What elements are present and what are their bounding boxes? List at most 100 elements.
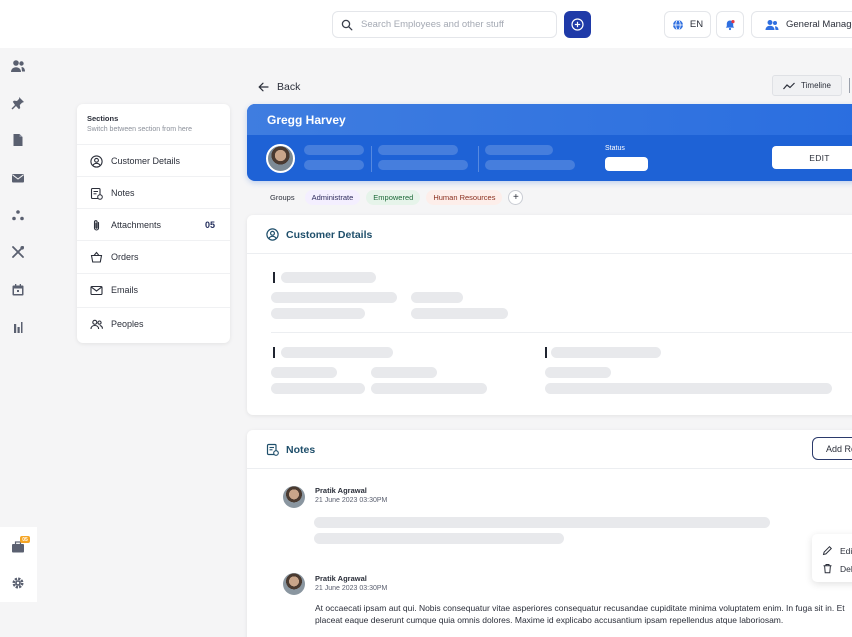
language-button[interactable]: EN [664,11,711,38]
loading-placeholder [411,292,463,303]
field-marker [273,347,275,358]
section-item-attachments[interactable]: Attachments 05 [77,208,230,241]
profile-avatar [266,144,295,173]
sections-title: Sections [87,114,119,123]
loading-placeholder [411,308,508,319]
pin-icon[interactable] [10,95,26,111]
section-item-emails[interactable]: Emails [77,273,230,306]
bell-icon [725,19,735,30]
loading-placeholder [281,272,376,283]
groups-row: Groups Administrate Empowered Human Reso… [270,190,524,205]
header-divider [478,146,479,172]
plus-circle-icon [571,18,584,31]
section-item-label: Peoples [111,319,144,329]
tools-icon[interactable] [10,244,26,260]
menu-item-delete[interactable]: Delete [822,563,852,574]
back-link[interactable]: Back [258,81,300,93]
search-input[interactable] [361,19,551,30]
field-marker [545,347,547,358]
add-group-button[interactable]: + [508,190,524,205]
loading-placeholder [271,292,397,303]
groups-label: Groups [270,193,295,202]
add-reply-button[interactable]: Add Reply [812,437,852,460]
loading-placeholder [304,160,364,170]
loading-placeholder [271,383,365,394]
notification-badge: 05 [20,536,30,543]
people-icon[interactable] [10,58,26,74]
timeline-button[interactable]: Timeline [772,75,842,96]
edit-button[interactable]: EDIT [772,146,852,169]
paperclip-icon [93,219,100,231]
arrow-left-icon [258,82,269,92]
note-context-menu: Edit Delete [812,534,852,582]
sections-subtitle: Switch between section from here [87,126,193,133]
section-item-notes[interactable]: Notes [77,176,230,209]
group-chip-administrate[interactable]: Administrate [304,190,361,205]
customer-details-header: Customer Details [266,228,372,241]
user-circle-icon [266,228,279,241]
section-item-label: Notes [111,188,135,198]
loading-placeholder [485,145,553,155]
notes-title: Notes [286,443,316,456]
loading-placeholder [378,145,458,155]
mail-icon[interactable] [10,170,26,186]
menu-item-edit[interactable]: Edit [822,545,852,556]
note-author: Pratik Agrawal [315,486,367,495]
loading-placeholder [545,383,832,394]
loading-placeholder [271,367,337,378]
document-icon[interactable] [10,132,26,148]
header-divider [371,146,372,172]
loading-placeholder [281,347,393,358]
user-circle-icon [90,154,103,168]
loading-placeholder [314,517,770,528]
note-author: Pratik Agrawal [315,574,367,583]
note-body: At occaecati ipsam aut qui. Nobis conseq… [315,603,845,625]
menu-item-label: Edit [840,545,852,556]
section-item-label: Orders [111,252,139,262]
customer-details-title: Customer Details [286,228,373,241]
attachments-count: 05 [204,220,215,230]
field-marker [273,272,275,283]
calendar-icon[interactable] [10,282,26,298]
note-date: 21 June 2023 03:30PM [315,497,388,504]
status-label: Status [605,145,625,152]
section-item-label: Customer Details [111,156,181,166]
section-item-peoples[interactable]: Peoples [77,307,230,340]
globe-icon [672,19,683,30]
note-icon [90,187,103,200]
section-item-label: Emails [111,285,139,295]
note-icon [266,443,279,456]
add-button[interactable] [564,11,591,38]
back-label: Back [277,81,301,93]
toolbar-divider [849,78,850,93]
section-item-customer-details[interactable]: Customer Details [77,144,230,177]
note-date: 21 June 2023 03:30PM [315,585,388,592]
group-chip-empowered[interactable]: Empowered [366,190,421,205]
language-label: EN [689,19,704,30]
settings-icon[interactable] [10,575,26,591]
notes-header: Notes [266,443,315,456]
sections-panel: Sections Switch between section from her… [77,104,230,343]
loading-placeholder [271,308,365,319]
user-menu-button[interactable]: General Manager [751,11,852,38]
network-icon[interactable] [10,207,26,223]
section-item-orders[interactable]: Orders [77,240,230,273]
basket-icon [90,251,103,263]
menu-item-label: Delete [840,563,852,574]
mail-icon [90,285,103,295]
notifications-button[interactable] [716,11,744,38]
people-icon [765,19,779,30]
group-chip-human-resources[interactable]: Human Resources [426,190,503,205]
search-box[interactable] [332,11,557,38]
profile-header: Gregg Harvey Status EDIT [247,104,852,181]
loading-placeholder [485,160,575,170]
status-badge [605,157,648,171]
divider [271,332,852,333]
loading-placeholder [371,367,437,378]
trend-line-icon [783,82,795,89]
report-icon[interactable] [10,319,26,335]
people-icon [90,319,103,329]
divider [247,468,852,469]
section-item-label: Attachments [111,220,162,230]
customer-details-card: Customer Details [247,215,852,415]
